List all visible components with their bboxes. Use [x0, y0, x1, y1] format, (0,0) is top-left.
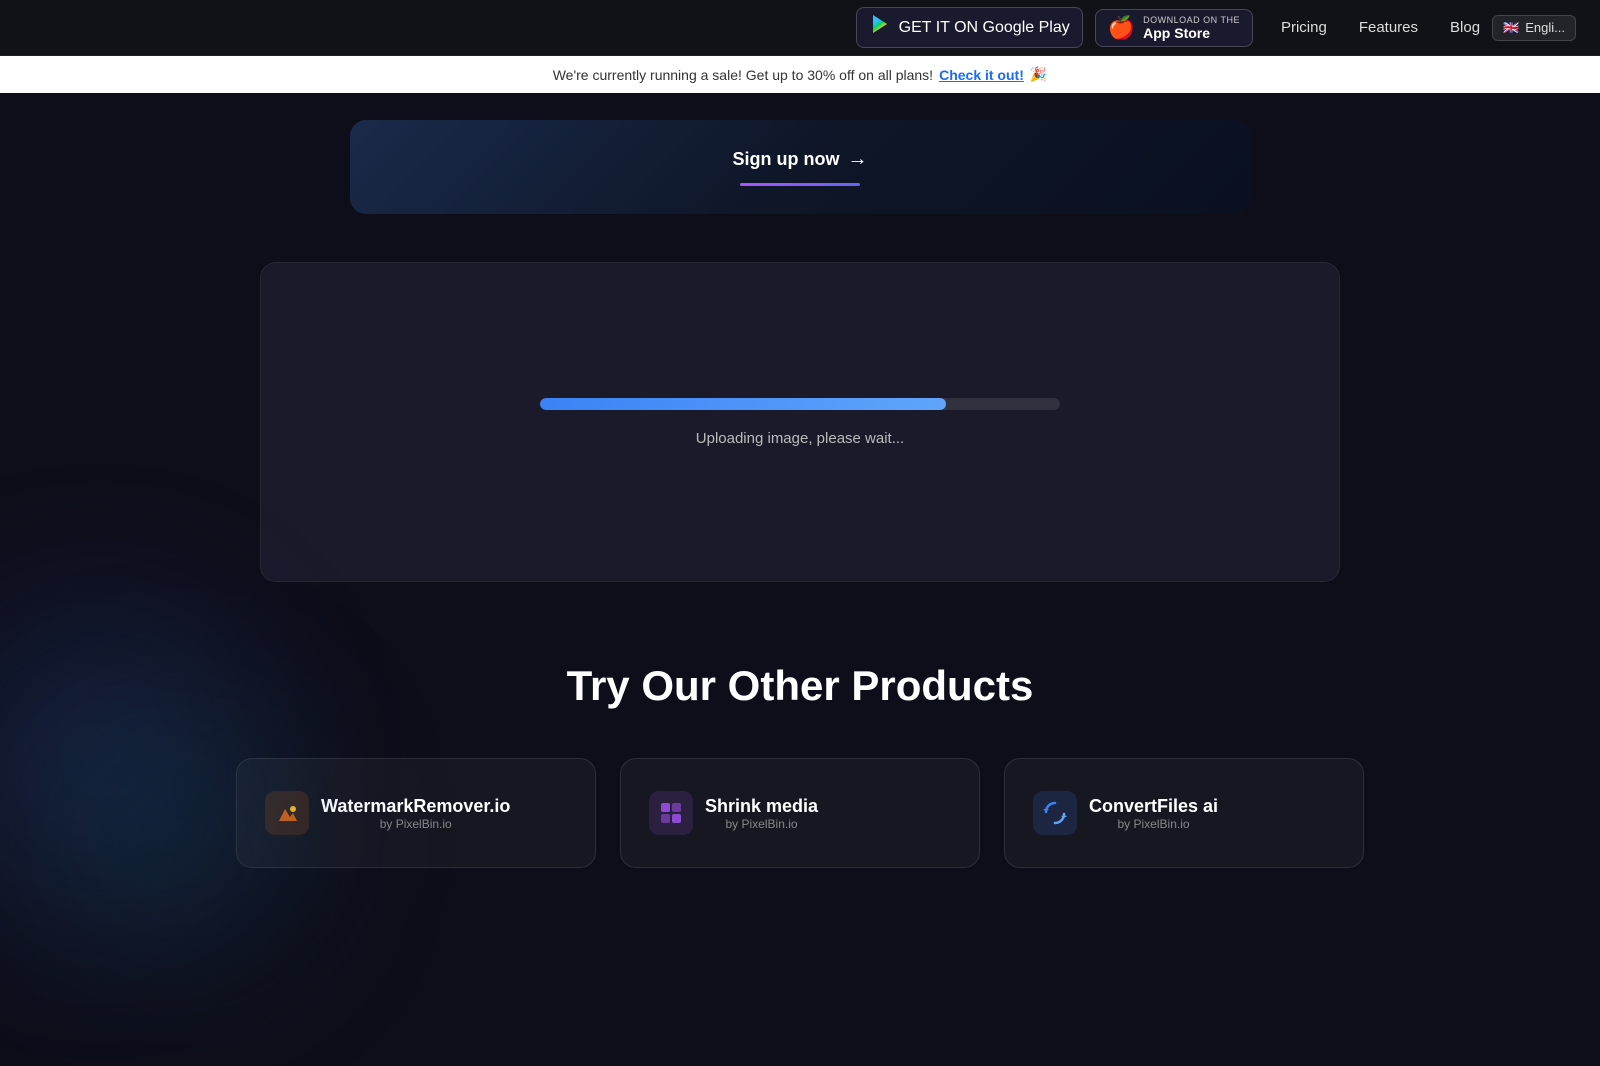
- sale-emoji: 🎉: [1030, 66, 1047, 83]
- product-watermark-header: WatermarkRemover.io by PixelBin.io: [265, 791, 510, 835]
- content-wrapper: Sign up now → Uploading image, please wa…: [0, 112, 1600, 928]
- nav-pricing[interactable]: Pricing: [1281, 19, 1327, 36]
- product-card-watermark[interactable]: WatermarkRemover.io by PixelBin.io: [236, 758, 596, 868]
- google-play-text: GET IT ON Google Play: [899, 19, 1070, 37]
- signup-button[interactable]: Sign up now →: [733, 140, 868, 179]
- app-store-badge[interactable]: 🍎 Download on the App Store: [1095, 9, 1253, 47]
- google-play-badge[interactable]: GET IT ON Google Play: [856, 7, 1083, 48]
- product-shrink-header: Shrink media by PixelBin.io: [649, 791, 818, 835]
- progress-bar-container: [540, 398, 1060, 410]
- language-selector[interactable]: 🇬🇧 Engli...: [1492, 15, 1576, 41]
- product-card-convert[interactable]: ConvertFiles ai by PixelBin.io: [1004, 758, 1364, 868]
- signup-underline: [740, 183, 860, 186]
- sale-text: We're currently running a sale! Get up t…: [553, 67, 933, 83]
- flag-icon: 🇬🇧: [1503, 20, 1519, 36]
- app-store-text: Download on the App Store: [1143, 15, 1240, 41]
- watermark-icon: [265, 791, 309, 835]
- products-section: Try Our Other Products WatermarkRemover.…: [0, 582, 1600, 928]
- shrink-icon: [649, 791, 693, 835]
- upload-container: Uploading image, please wait...: [0, 238, 1600, 582]
- upload-area: Uploading image, please wait...: [260, 262, 1340, 582]
- convert-text: ConvertFiles ai by PixelBin.io: [1089, 796, 1218, 831]
- arrow-icon: →: [847, 148, 867, 171]
- signup-section: Sign up now →: [350, 120, 1250, 214]
- products-grid: WatermarkRemover.io by PixelBin.io: [200, 758, 1400, 868]
- apple-icon: 🍎: [1108, 15, 1135, 41]
- progress-bar-fill: [540, 398, 946, 410]
- google-play-icon: [869, 13, 891, 42]
- convert-icon: [1033, 791, 1077, 835]
- navbar: GET IT ON Google Play 🍎 Download on the …: [0, 0, 1600, 56]
- signup-container: Sign up now →: [0, 112, 1600, 214]
- nav-links: Pricing Features Blog: [1281, 19, 1480, 36]
- nav-features[interactable]: Features: [1359, 19, 1418, 36]
- sale-link[interactable]: Check it out!: [939, 67, 1024, 83]
- upload-status-text: Uploading image, please wait...: [696, 430, 904, 447]
- sale-banner: We're currently running a sale! Get up t…: [0, 56, 1600, 93]
- main-content: Sign up now → Uploading image, please wa…: [0, 0, 1600, 928]
- signup-label: Sign up now: [733, 149, 840, 170]
- product-card-shrink[interactable]: Shrink media by PixelBin.io: [620, 758, 980, 868]
- products-title: Try Our Other Products: [40, 662, 1560, 710]
- watermark-text: WatermarkRemover.io by PixelBin.io: [321, 796, 510, 831]
- shrink-text: Shrink media by PixelBin.io: [705, 796, 818, 831]
- product-convert-header: ConvertFiles ai by PixelBin.io: [1033, 791, 1218, 835]
- nav-blog[interactable]: Blog: [1450, 19, 1480, 36]
